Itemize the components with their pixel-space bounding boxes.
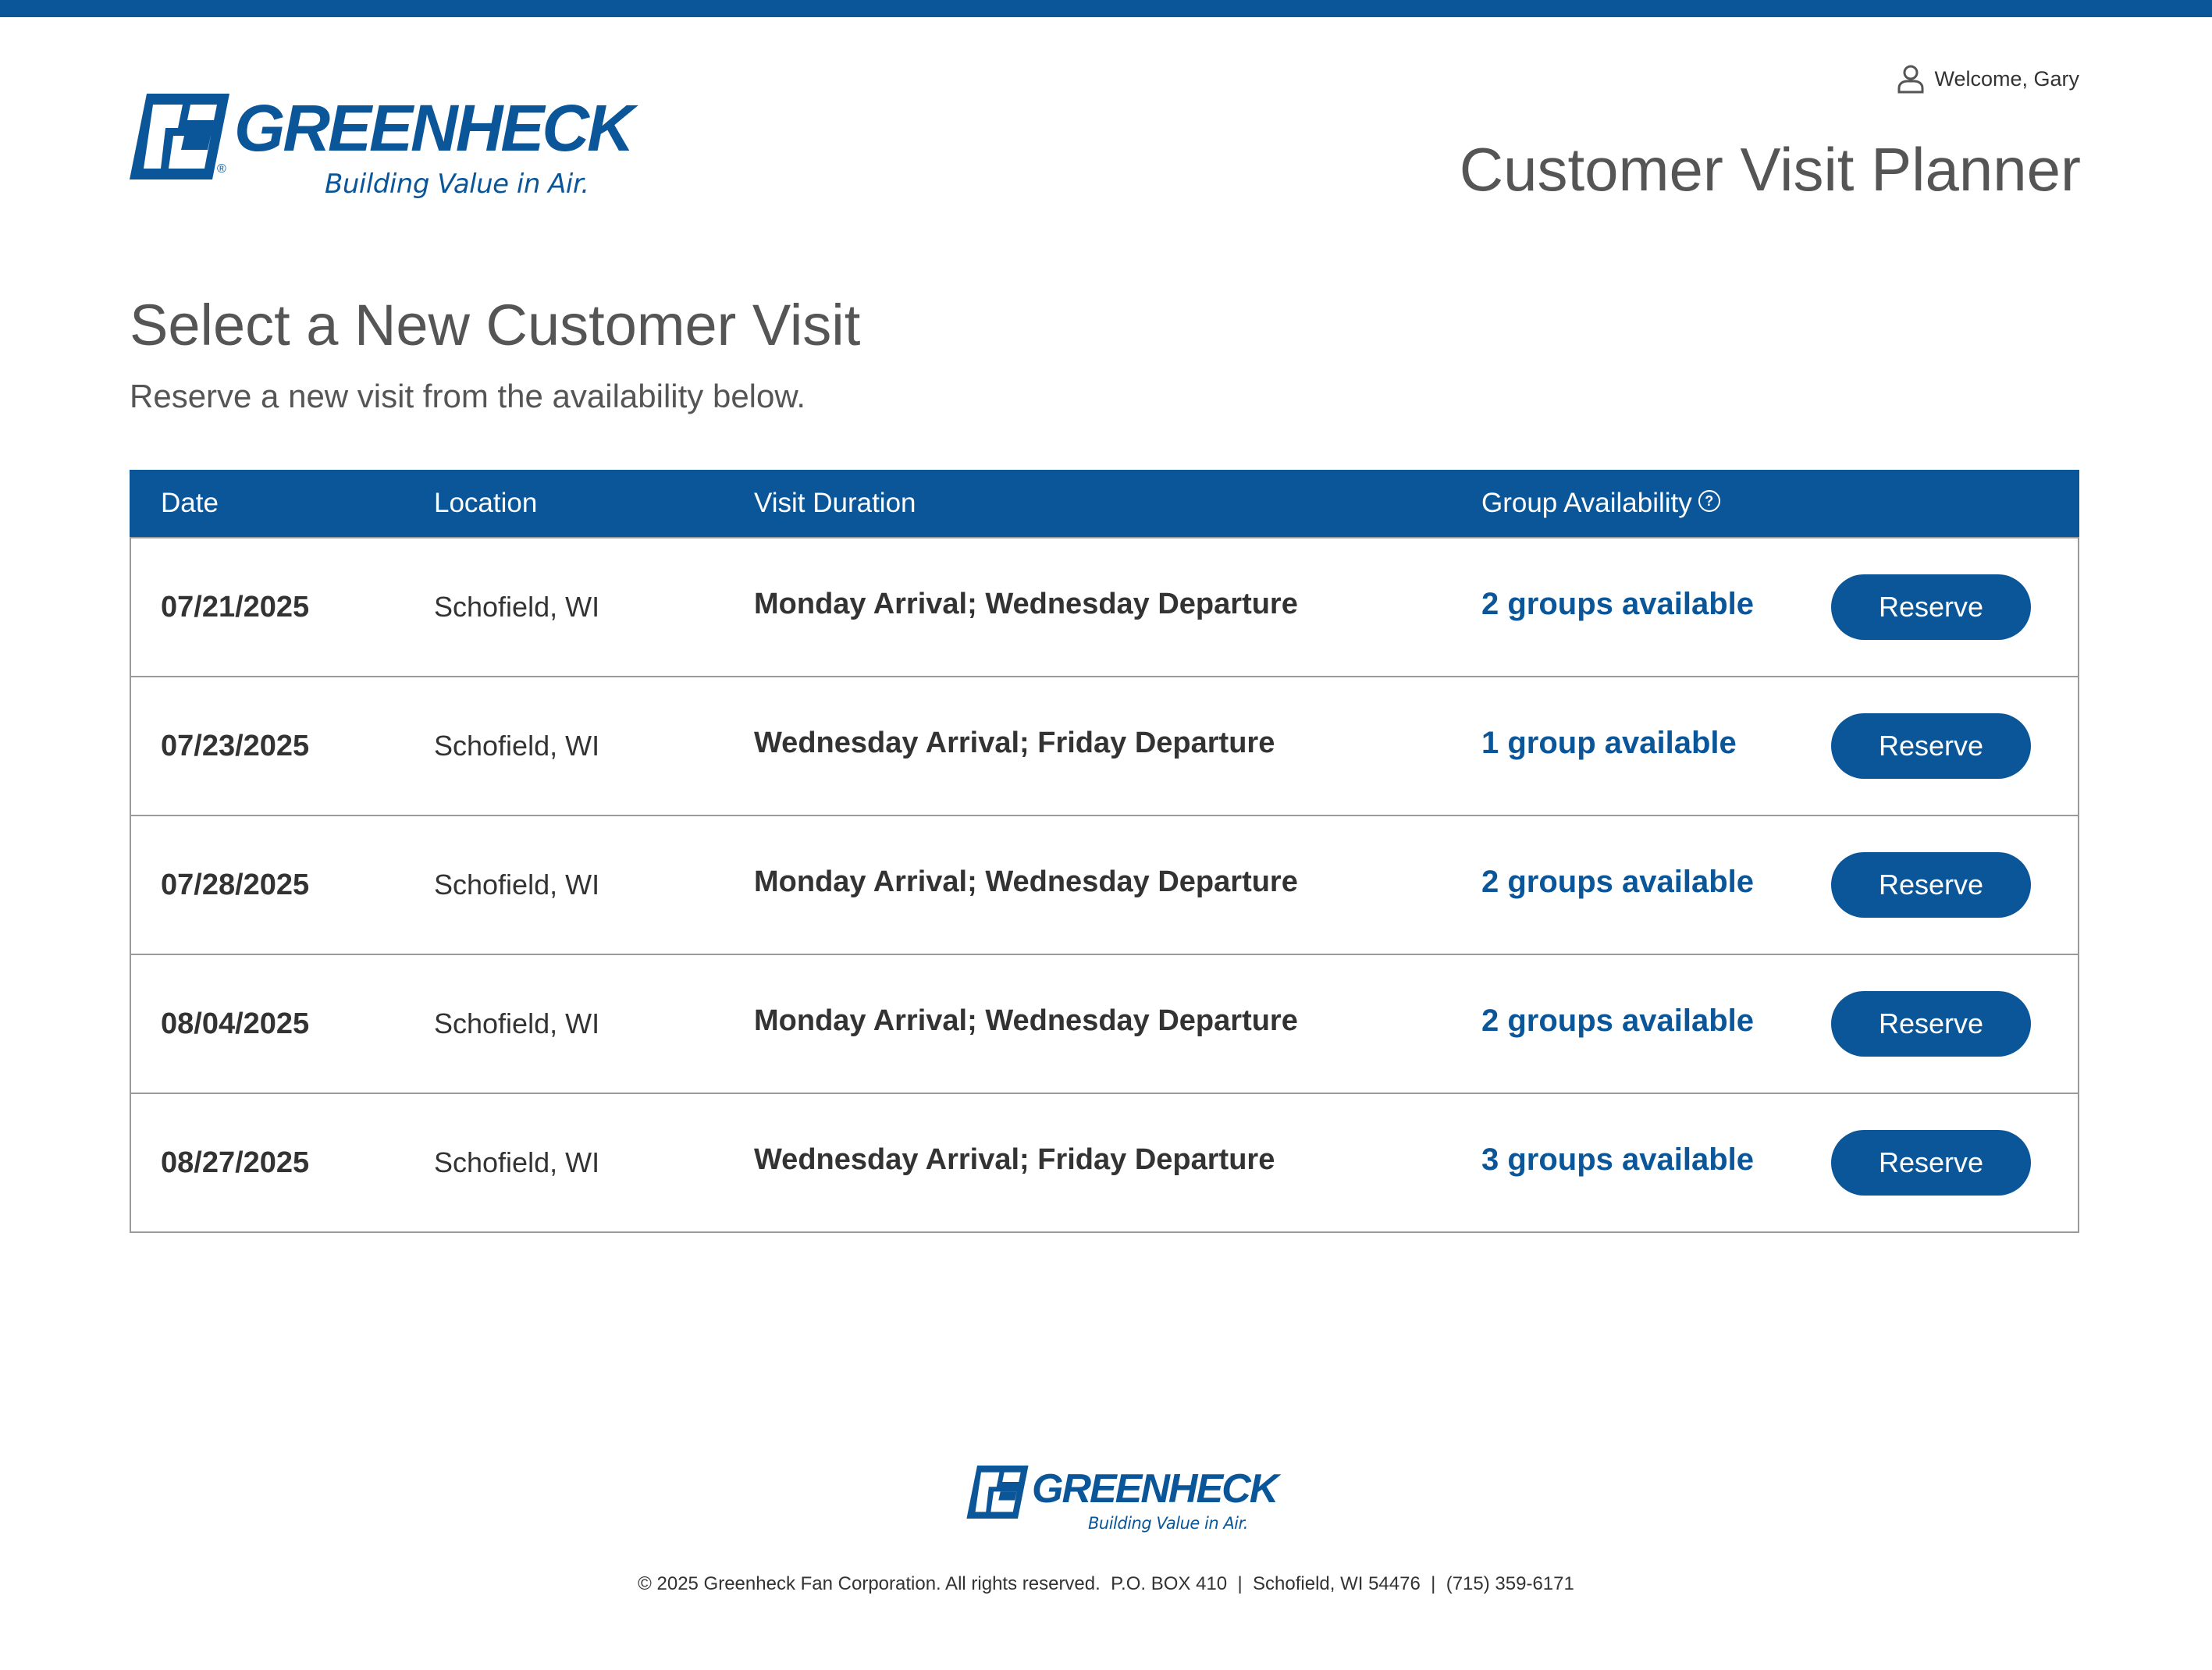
registered-mark: ®	[217, 162, 226, 176]
user-icon	[1897, 65, 1924, 94]
visit-date: 08/27/2025	[161, 1146, 310, 1179]
footer-greenheck-logo[interactable]: GREENHECK Building Value in Air.	[966, 1464, 1278, 1542]
greenheck-logo-mark-icon	[966, 1466, 1029, 1519]
visit-availability-table: Date Location Visit Duration Group Avail…	[130, 470, 2079, 1233]
column-header-date: Date	[161, 488, 219, 518]
visit-location: Schofield, WI	[434, 869, 600, 901]
greenheck-logo-mark-icon	[130, 94, 229, 179]
visit-location: Schofield, WI	[434, 591, 600, 623]
table-row: 07/21/2025 Schofield, WI Monday Arrival;…	[131, 537, 2078, 676]
group-availability: 1 group available	[1481, 725, 1737, 760]
reserve-button[interactable]: Reserve	[1831, 574, 2031, 640]
footer-logo-wordmark: GREENHECK	[1032, 1466, 1278, 1512]
app-title: Customer Visit Planner	[1459, 135, 2081, 204]
column-header-availability-label: Group Availability	[1481, 488, 1692, 518]
greenheck-logo[interactable]: ® GREENHECK Building Value in Air.	[130, 87, 635, 204]
reserve-button[interactable]: Reserve	[1831, 1130, 2031, 1196]
column-header-availability: Group Availability?	[1481, 470, 1720, 537]
user-menu[interactable]: Welcome, Gary	[1897, 64, 2079, 94]
logo-wordmark: GREENHECK	[234, 91, 635, 165]
visit-location: Schofield, WI	[434, 1146, 600, 1178]
visit-duration: Monday Arrival; Wednesday Departure	[754, 587, 1298, 620]
visit-location: Schofield, WI	[434, 730, 600, 762]
visit-date: 08/04/2025	[161, 1007, 310, 1040]
group-availability: 2 groups available	[1481, 586, 1755, 621]
reserve-button[interactable]: Reserve	[1831, 991, 2031, 1057]
help-icon[interactable]: ?	[1698, 490, 1720, 512]
reserve-button[interactable]: Reserve	[1831, 713, 2031, 779]
table-row: 08/04/2025 Schofield, WI Monday Arrival;…	[131, 954, 2078, 1093]
logo-tagline: Building Value in Air.	[325, 169, 589, 200]
table-row: 08/27/2025 Schofield, WI Wednesday Arriv…	[131, 1093, 2078, 1231]
top-accent-bar	[0, 0, 2212, 17]
column-header-location: Location	[434, 488, 538, 518]
table-row: 07/28/2025 Schofield, WI Monday Arrival;…	[131, 815, 2078, 954]
visit-location: Schofield, WI	[434, 1007, 600, 1039]
group-availability: 3 groups available	[1481, 1142, 1755, 1177]
column-header-duration: Visit Duration	[754, 488, 916, 518]
table-row: 07/23/2025 Schofield, WI Wednesday Arriv…	[131, 676, 2078, 815]
visit-date: 07/23/2025	[161, 729, 310, 762]
visit-date: 07/28/2025	[161, 868, 310, 901]
page-title: Select a New Customer Visit	[130, 293, 861, 357]
group-availability: 2 groups available	[1481, 1003, 1755, 1038]
page-subtitle: Reserve a new visit from the availabilit…	[130, 378, 806, 414]
visit-duration: Wednesday Arrival; Friday Departure	[754, 726, 1275, 759]
reserve-button[interactable]: Reserve	[1831, 852, 2031, 918]
welcome-text: Welcome, Gary	[1934, 66, 2079, 91]
group-availability: 2 groups available	[1481, 864, 1755, 899]
visit-duration: Monday Arrival; Wednesday Departure	[754, 865, 1298, 898]
visit-duration: Monday Arrival; Wednesday Departure	[754, 1004, 1298, 1037]
footer-logo-tagline: Building Value in Air.	[1088, 1514, 1248, 1533]
visit-date: 07/21/2025	[161, 590, 310, 624]
table-header: Date Location Visit Duration Group Avail…	[130, 470, 2079, 537]
footer-copyright: © 2025 Greenheck Fan Corporation. All ri…	[638, 1573, 1574, 1594]
visit-duration: Wednesday Arrival; Friday Departure	[754, 1142, 1275, 1176]
